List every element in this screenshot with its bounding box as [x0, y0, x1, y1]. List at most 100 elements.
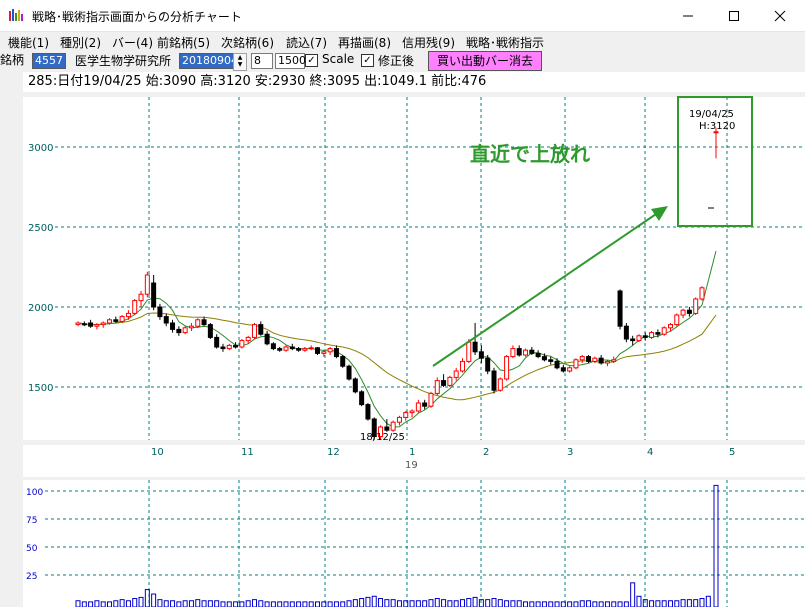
candle-body [346, 365, 352, 380]
volume-tick-label: 25 [26, 572, 37, 582]
date-spinner[interactable]: ▲ ▼ [233, 53, 247, 71]
candle-body [340, 356, 346, 367]
candle-body [270, 343, 276, 350]
scale-checkbox[interactable]: ✓ [305, 54, 318, 67]
candle-body [359, 391, 365, 406]
candle-body [113, 319, 119, 322]
maximize-button[interactable] [711, 0, 757, 31]
candle-body [289, 346, 295, 350]
period-field[interactable]: 8 [251, 53, 273, 69]
volume-tick-label: 100 [26, 488, 43, 498]
price-tick-label: 1500 [28, 383, 53, 394]
minimize-button[interactable] [665, 0, 711, 31]
menu-bar-item[interactable]: バー(4) [112, 34, 153, 51]
candle-body [170, 322, 176, 330]
menu-type[interactable]: 種別(2) [60, 34, 101, 51]
candle-body [296, 348, 302, 351]
candle-body [176, 328, 182, 334]
menu-function[interactable]: 機能(1) [8, 34, 49, 51]
candle-body [699, 287, 705, 300]
menu-margin[interactable]: 信用残(9) [402, 34, 455, 51]
candle-body [81, 323, 87, 326]
candle-body [586, 356, 592, 362]
app-icon [9, 9, 23, 21]
candle-body [510, 348, 516, 358]
candle-body [686, 309, 692, 314]
candle-body [636, 335, 642, 342]
candle-body [163, 316, 169, 324]
menu-load[interactable]: 読込(7) [286, 34, 327, 51]
candle-body [567, 367, 573, 372]
menu-strategy[interactable]: 戦略･戦術指示 [466, 34, 544, 51]
candle-body [245, 336, 251, 342]
candle-body [138, 293, 144, 302]
minimize-icon [683, 15, 693, 16]
candle-body [434, 380, 440, 394]
menu-prev-stock[interactable]: 前銘柄(5) [157, 34, 210, 51]
candle-body [441, 380, 447, 386]
candle-body [119, 316, 125, 322]
brand-label: 銘柄 [0, 53, 25, 67]
candle-body [75, 322, 81, 326]
candle-body [466, 341, 472, 362]
candle-body [485, 357, 491, 372]
candle-body [667, 324, 673, 329]
high-date-annotation: 19/04/25 [689, 109, 734, 120]
candle-body [415, 402, 421, 412]
candle-body [674, 314, 680, 326]
title-bar: 戦略･戦術指示画面からの分析チャート [0, 0, 805, 32]
candle-body [88, 322, 94, 327]
candle-body [132, 300, 138, 314]
candle-body [302, 348, 308, 351]
candle-body [541, 356, 547, 361]
candle-body [472, 341, 478, 353]
candle-body [642, 335, 648, 338]
candle-body [258, 324, 264, 335]
price-tick-label: 2000 [28, 303, 53, 314]
window-title: 戦略･戦術指示画面からの分析チャート [32, 10, 242, 24]
candle-body [491, 370, 497, 391]
candle-body [396, 416, 402, 423]
menu-redraw[interactable]: 再描画(8) [338, 34, 391, 51]
candle-body [277, 348, 283, 351]
month-tick-label: 4 [647, 447, 653, 458]
candle-body [529, 349, 535, 354]
candle-body [453, 370, 459, 378]
candle-body [94, 324, 100, 327]
stock-code-field[interactable]: 4557 [32, 53, 66, 69]
candle-body [239, 340, 245, 348]
month-tick-label: 12 [327, 447, 340, 458]
adjusted-label: 修正後 [378, 54, 415, 68]
candle-body [157, 306, 163, 318]
scale-label: Scale [322, 52, 355, 66]
adjusted-checkbox[interactable]: ✓ [361, 54, 374, 67]
candle-body [459, 360, 465, 372]
candle-body [560, 367, 566, 372]
month-tick-label: 1 [409, 447, 415, 458]
price-panel [23, 97, 805, 440]
candle-body [327, 348, 333, 353]
chart-area: 3000250020001500 10 11 12 1 2 3 4 519 100755025… [23, 96, 805, 607]
candle-body [535, 352, 541, 358]
candle-body [554, 360, 560, 369]
month-tick-label: 10 [151, 447, 164, 458]
candle-body [630, 338, 636, 342]
clear-buy-bar-button[interactable]: 買い出動バー消去 [428, 51, 542, 71]
candle-body [617, 290, 623, 327]
candle-body [283, 346, 289, 351]
close-button[interactable] [757, 0, 803, 31]
month-tick-label: 11 [241, 447, 254, 458]
date-field[interactable]: 20180904 [179, 53, 238, 69]
info-line: 285:日付19/04/25 始:3090 高:3120 安:2930 終:30… [23, 72, 805, 92]
candle-body [403, 412, 409, 418]
candle-body [409, 410, 415, 414]
candle-body [611, 359, 617, 362]
candle-body [422, 402, 428, 407]
volume-panel [23, 480, 805, 607]
candle-body [107, 319, 113, 324]
menu-next-stock[interactable]: 次銘柄(6) [221, 34, 274, 51]
candle-body [352, 378, 358, 393]
count-field[interactable]: 1500 [275, 53, 306, 69]
price-tick-label: 2500 [28, 223, 53, 234]
candle-body [573, 359, 579, 369]
